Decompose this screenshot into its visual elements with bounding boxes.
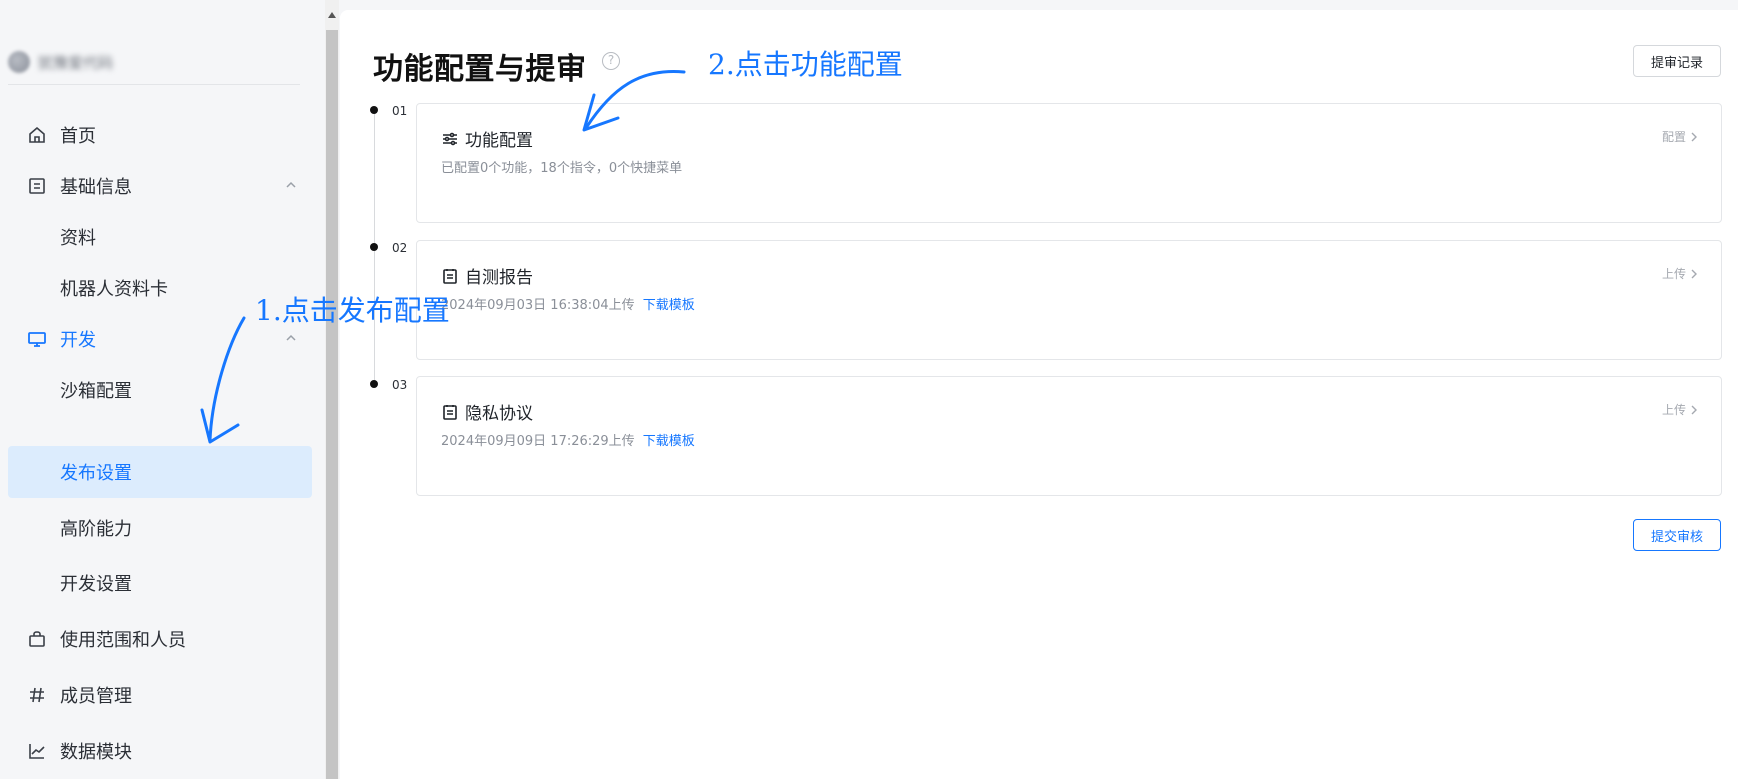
- hash-icon: [26, 684, 48, 706]
- nav-label: 沙箱配置: [60, 381, 132, 402]
- card-title-text: 隐私协议: [465, 404, 533, 424]
- chevron-right-icon: [1691, 405, 1697, 414]
- action-label: 上传: [1661, 267, 1686, 281]
- home-icon: [26, 124, 48, 146]
- review-records-button[interactable]: 提审记录: [1633, 45, 1721, 77]
- nav-label: 成员管理: [60, 686, 132, 707]
- annotation-step2: 2.点击功能配置: [708, 48, 903, 81]
- chevron-up-icon[interactable]: [284, 331, 298, 345]
- monitor-icon: [26, 328, 48, 350]
- card-title: 功能配置: [441, 126, 533, 151]
- step-number: 03: [392, 378, 408, 392]
- card-subtitle: 已配置0个功能，18个指令，0个快捷菜单: [441, 157, 682, 176]
- download-template-link[interactable]: 下载模板: [643, 294, 695, 313]
- card-title-text: 自测报告: [465, 268, 533, 288]
- nav-item-basic-info[interactable]: 基础信息: [8, 161, 312, 211]
- help-icon[interactable]: ?: [602, 52, 620, 70]
- scroll-up-arrow-icon[interactable]: [328, 12, 336, 18]
- nav-label: 高阶能力: [60, 519, 132, 540]
- card-title: 隐私协议: [441, 399, 533, 424]
- nav-item-members[interactable]: 成员管理: [8, 670, 312, 720]
- step-card-feature-config[interactable]: 功能配置 已配置0个功能，18个指令，0个快捷菜单 配置: [416, 103, 1722, 223]
- nav-label: 开发设置: [60, 574, 132, 595]
- nav-item-advanced[interactable]: 高阶能力: [8, 503, 312, 553]
- nav-label: 发布设置: [60, 463, 132, 484]
- bag-icon: [26, 628, 48, 650]
- step-number: 01: [392, 104, 408, 118]
- submit-review-button[interactable]: 提交审核: [1633, 519, 1721, 551]
- brand[interactable]: 犹豫爱代码: [8, 48, 113, 76]
- nav-label: 资料: [60, 228, 96, 249]
- brand-logo: [8, 51, 30, 73]
- nav-label: 首页: [60, 126, 96, 147]
- download-template-link[interactable]: 下载模板: [643, 430, 695, 449]
- nav-item-publish-settings[interactable]: 发布设置: [8, 446, 312, 498]
- nav-item-data[interactable]: 数据模块: [8, 726, 312, 776]
- nav-label: 基础信息: [60, 177, 132, 198]
- card-title-text: 功能配置: [465, 131, 533, 151]
- step-card-privacy-agreement[interactable]: 隐私协议 2024年09月09日 17:26:29上传 下载模板 上传: [416, 376, 1722, 496]
- card-subtitle: 2024年09月09日 17:26:29上传 下载模板: [441, 430, 695, 449]
- brand-name: 犹豫爱代码: [38, 53, 114, 72]
- nav-item-profile[interactable]: 资料: [8, 212, 312, 262]
- action-label: 上传: [1661, 403, 1686, 417]
- nav-label: 使用范围和人员: [60, 630, 186, 651]
- nav-label: 数据模块: [60, 742, 132, 763]
- timeline-dot: [370, 106, 378, 114]
- upload-link[interactable]: 上传: [1662, 265, 1699, 282]
- sidebar-scrollbar[interactable]: [325, 0, 339, 779]
- annotation-step1: 1.点击发布配置: [255, 294, 450, 327]
- chevron-up-icon[interactable]: [284, 178, 298, 192]
- timeline-dot: [370, 380, 378, 388]
- nav-label: 机器人资料卡: [60, 279, 168, 300]
- chevron-right-icon: [1691, 132, 1697, 141]
- nav-item-dev-settings[interactable]: 开发设置: [8, 558, 312, 608]
- step-number: 02: [392, 241, 408, 255]
- card-subtitle: 2024年09月03日 16:38:04上传 下载模板: [441, 294, 695, 313]
- action-label: 配置: [1661, 130, 1686, 144]
- chart-line-icon: [26, 740, 48, 762]
- upload-time: 2024年09月09日 17:26:29上传: [441, 434, 635, 449]
- nav-item-home[interactable]: 首页: [8, 110, 312, 160]
- timeline-dot: [370, 243, 378, 251]
- nav-item-scope[interactable]: 使用范围和人员: [8, 614, 312, 664]
- main-panel: 功能配置与提审 ? 提审记录 01 功能配置 已配置0个功能，18个指令，0个快…: [340, 10, 1738, 779]
- scrollbar-thumb[interactable]: [326, 30, 338, 779]
- configure-link[interactable]: 配置: [1662, 128, 1699, 145]
- sidebar: 犹豫爱代码 首页 基础信息 资料 机器人资料卡 开发 沙箱配置 发布设置 高阶能…: [0, 0, 322, 779]
- nav-label: 开发: [60, 330, 96, 351]
- card-title: 自测报告: [441, 263, 533, 288]
- upload-time: 2024年09月03日 16:38:04上传: [441, 298, 635, 313]
- step-card-self-test-report[interactable]: 自测报告 2024年09月03日 16:38:04上传 下载模板 上传: [416, 240, 1722, 360]
- divider: [8, 84, 300, 85]
- sliders-icon: [443, 132, 457, 145]
- card-subtitle-text: 已配置0个功能，18个指令，0个快捷菜单: [441, 161, 683, 176]
- page-title: 功能配置与提审: [373, 52, 587, 87]
- upload-link[interactable]: 上传: [1662, 401, 1699, 418]
- clipboard-icon: [443, 404, 457, 420]
- clipboard-icon: [443, 268, 457, 284]
- chevron-right-icon: [1691, 269, 1697, 278]
- nav-item-sandbox[interactable]: 沙箱配置: [8, 365, 312, 415]
- document-icon: [26, 175, 48, 197]
